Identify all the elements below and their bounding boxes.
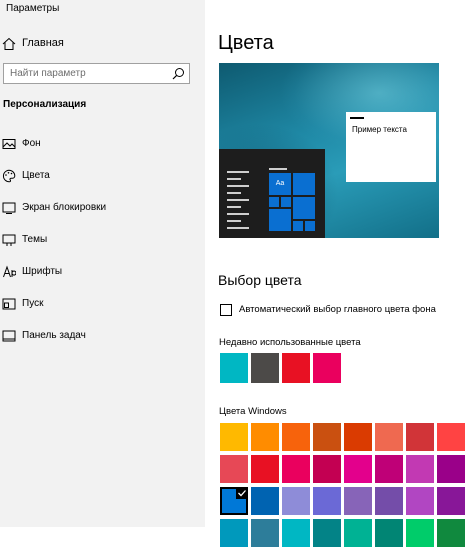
windows-color-swatch[interactable]: [282, 487, 310, 515]
windows-color-swatch[interactable]: [313, 487, 341, 515]
windows-color-swatch[interactable]: [344, 423, 372, 451]
home-nav[interactable]: Главная: [0, 34, 205, 54]
sidebar-item-label: Темы: [22, 234, 48, 245]
windows-color-swatch[interactable]: [282, 455, 310, 483]
home-label: Главная: [22, 37, 64, 49]
windows-color-swatch[interactable]: [251, 519, 279, 547]
start-icon: [2, 298, 16, 310]
windows-color-swatch[interactable]: [282, 519, 310, 547]
page-title: Цвета: [218, 32, 274, 54]
windows-color-swatch[interactable]: [375, 487, 403, 515]
windows-color-swatch[interactable]: [344, 487, 372, 515]
windows-color-swatch[interactable]: [344, 519, 372, 547]
windows-color-swatch[interactable]: [406, 423, 434, 451]
preview-window: Пример текста: [346, 112, 436, 182]
windows-color-swatch[interactable]: [220, 487, 248, 515]
brush-icon: [2, 234, 16, 246]
windows-color-swatch[interactable]: [437, 423, 465, 451]
window-title: Параметры: [6, 3, 60, 14]
preview-tile: [269, 197, 279, 207]
check-icon: [236, 487, 248, 499]
windows-color-swatch[interactable]: [251, 455, 279, 483]
sidebar-nav: Фон Цвета Экран блокировки Темы Шрифты П…: [0, 134, 205, 358]
windows-color-swatch[interactable]: [251, 487, 279, 515]
preview-tile: [281, 197, 291, 207]
sidebar-item-background[interactable]: Фон: [0, 134, 205, 166]
sidebar-item-lock-screen[interactable]: Экран блокировки: [0, 198, 205, 230]
windows-color-swatch[interactable]: [375, 519, 403, 547]
lock-screen-icon: [2, 202, 16, 214]
section-title: Персонализация: [3, 99, 87, 110]
windows-color-swatch[interactable]: [406, 519, 434, 547]
sidebar-item-taskbar[interactable]: Панель задач: [0, 326, 205, 358]
windows-color-swatch[interactable]: [220, 519, 248, 547]
recent-color-swatch[interactable]: [313, 353, 341, 383]
sidebar-item-label: Фон: [22, 138, 41, 149]
windows-color-swatch[interactable]: [406, 455, 434, 483]
sidebar-item-start[interactable]: Пуск: [0, 294, 205, 326]
windows-color-swatch[interactable]: [344, 455, 372, 483]
recent-color-swatch[interactable]: [251, 353, 279, 383]
preview-tile: [269, 209, 291, 231]
preview-start-header: [269, 168, 287, 170]
preview-start-menu: Aa: [219, 149, 325, 238]
theme-preview: Пример текста Aa: [219, 63, 439, 238]
search-input[interactable]: Найти параметр: [3, 63, 190, 84]
windows-color-swatch[interactable]: [313, 519, 341, 547]
windows-color-swatch[interactable]: [251, 423, 279, 451]
main-content: Цвета Пример текста Aa Выбор цвета Автом…: [205, 0, 474, 547]
preview-start-list: [227, 171, 249, 234]
sidebar-item-fonts[interactable]: Шрифты: [0, 262, 205, 294]
preview-tile: [293, 221, 303, 231]
preview-tile-large: Aa: [269, 173, 291, 195]
preview-sample-text: Пример текста: [352, 125, 407, 134]
windows-color-swatch[interactable]: [406, 487, 434, 515]
sidebar-item-label: Цвета: [22, 170, 50, 181]
font-icon: [3, 265, 16, 278]
recent-color-swatch[interactable]: [220, 353, 248, 383]
sidebar-item-themes[interactable]: Темы: [0, 230, 205, 262]
windows-color-swatch[interactable]: [220, 455, 248, 483]
taskbar-icon: [2, 330, 16, 342]
recent-color-swatch[interactable]: [282, 353, 310, 383]
sidebar-item-colors[interactable]: Цвета: [0, 166, 205, 198]
home-icon: [2, 37, 16, 50]
palette-icon: [2, 169, 16, 183]
windows-color-swatch[interactable]: [437, 455, 465, 483]
sidebar: Параметры Главная Найти параметр Персона…: [0, 0, 205, 527]
image-icon: [2, 139, 16, 149]
search-placeholder: Найти параметр: [10, 68, 86, 79]
recent-colors-label: Недавно использованные цвета: [219, 337, 361, 348]
search-icon[interactable]: [172, 67, 185, 80]
windows-color-swatch[interactable]: [313, 455, 341, 483]
windows-color-swatch[interactable]: [220, 423, 248, 451]
preview-tile: [293, 173, 315, 195]
sidebar-item-label: Панель задач: [22, 330, 86, 341]
sidebar-item-label: Пуск: [22, 298, 44, 309]
windows-color-swatch[interactable]: [282, 423, 310, 451]
sidebar-item-label: Экран блокировки: [22, 202, 107, 213]
auto-color-label: Автоматический выбор главного цвета фона: [239, 304, 436, 315]
auto-color-checkbox[interactable]: [220, 304, 232, 316]
preview-tile: [305, 221, 315, 231]
windows-color-swatch[interactable]: [313, 423, 341, 451]
sidebar-item-label: Шрифты: [22, 266, 63, 277]
windows-colors-label: Цвета Windows: [219, 406, 287, 417]
windows-color-swatch[interactable]: [437, 487, 465, 515]
windows-color-swatch[interactable]: [375, 455, 403, 483]
windows-color-swatch[interactable]: [437, 519, 465, 547]
preview-window-bar: [350, 117, 364, 119]
choose-color-heading: Выбор цвета: [218, 272, 302, 288]
windows-color-swatch[interactable]: [375, 423, 403, 451]
preview-tile: [293, 197, 315, 219]
